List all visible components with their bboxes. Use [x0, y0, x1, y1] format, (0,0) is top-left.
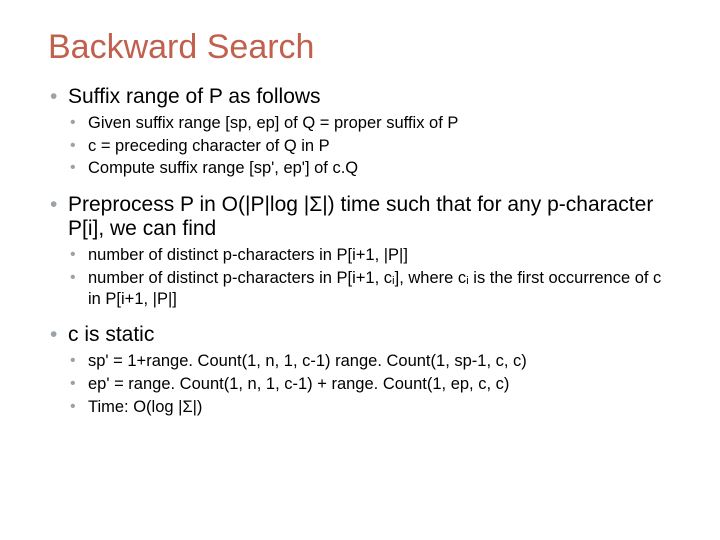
section-2-item-2: number of distinct p-characters in P[i+1…	[48, 268, 672, 309]
section-3-item-2: ep' = range. Count(1, n, 1, c-1) + range…	[48, 374, 672, 395]
section-1-items: Given suffix range [sp, ep] of Q = prope…	[48, 113, 672, 179]
section-1-item-3: Compute suffix range [sp', ep'] of c.Q	[48, 158, 672, 179]
section-1-item-1: Given suffix range [sp, ep] of Q = prope…	[48, 113, 672, 134]
section-1: Suffix range of P as follows Given suffi…	[48, 85, 672, 179]
content-list: Suffix range of P as follows Given suffi…	[48, 85, 672, 417]
section-3-item-1: sp' = 1+range. Count(1, n, 1, c-1) range…	[48, 351, 672, 372]
section-2: Preprocess P in O(|P|log |Σ|) time such …	[48, 193, 672, 309]
section-2-item-1: number of distinct p-characters in P[i+1…	[48, 245, 672, 266]
section-1-item-2: c = preceding character of Q in P	[48, 136, 672, 157]
section-3-items: sp' = 1+range. Count(1, n, 1, c-1) range…	[48, 351, 672, 417]
section-2-items: number of distinct p-characters in P[i+1…	[48, 245, 672, 309]
section-3-heading: c is static	[48, 323, 672, 347]
slide-title: Backward Search	[48, 28, 672, 67]
section-1-heading: Suffix range of P as follows	[48, 85, 672, 109]
section-3-item-3: Time: O(log |Σ|)	[48, 397, 672, 418]
section-2-heading: Preprocess P in O(|P|log |Σ|) time such …	[48, 193, 672, 241]
slide: Backward Search Suffix range of P as fol…	[0, 0, 720, 540]
section-3: c is static sp' = 1+range. Count(1, n, 1…	[48, 323, 672, 417]
